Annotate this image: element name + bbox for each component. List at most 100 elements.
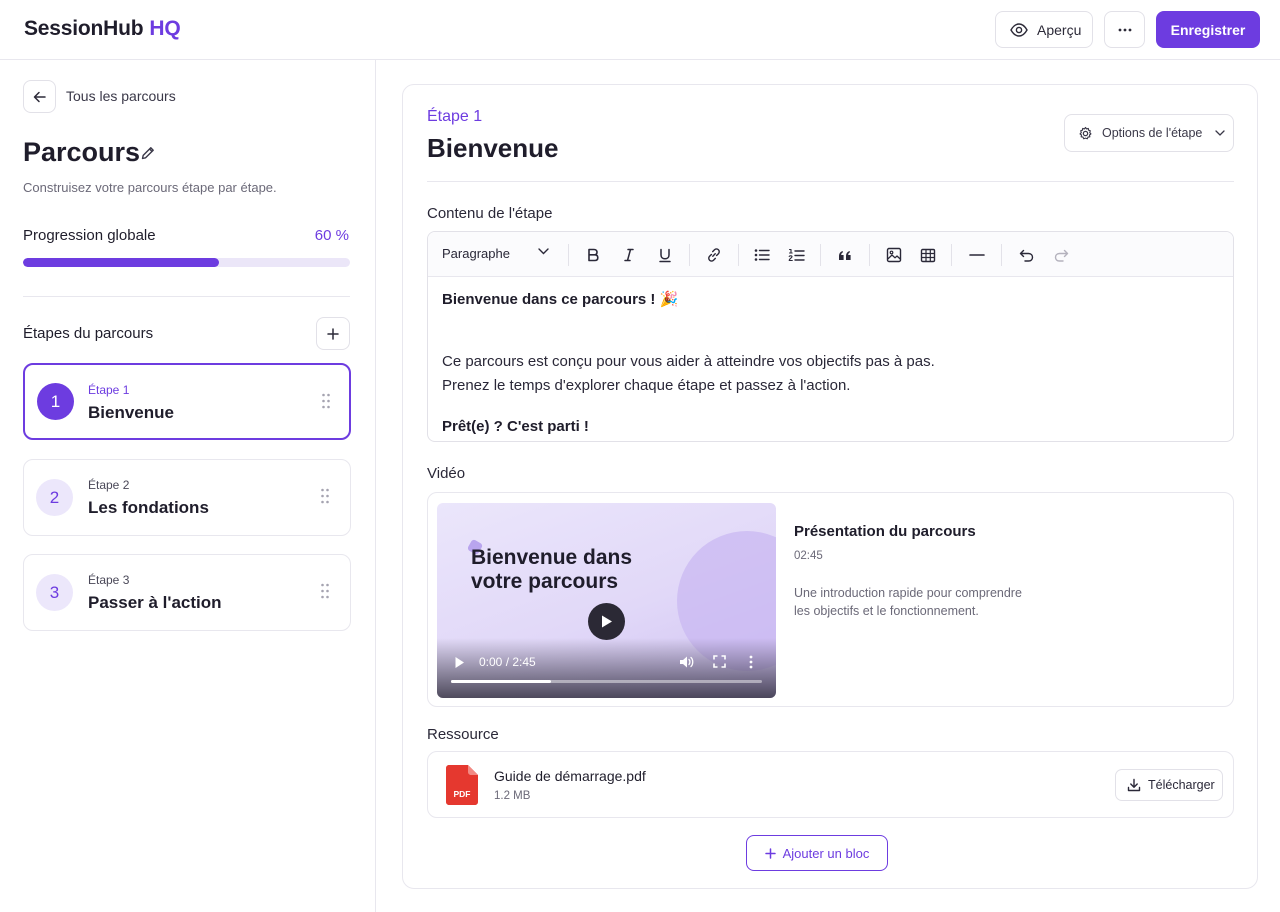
numbered-list-icon[interactable] <box>785 244 807 266</box>
journey-subtitle: Construisez votre parcours étape par éta… <box>23 180 277 195</box>
italic-icon[interactable] <box>618 244 640 266</box>
video-description-line: Une introduction rapide pour comprendre <box>794 586 1022 600</box>
add-block-button[interactable]: Ajouter un bloc <box>746 835 888 871</box>
play-icon[interactable] <box>588 603 625 640</box>
step-number: 2 <box>36 479 73 516</box>
toolbar-separator <box>689 244 690 266</box>
progress-value: 60 % <box>314 227 349 244</box>
progress-bar <box>23 258 350 267</box>
bullet-list-icon[interactable] <box>751 244 773 266</box>
chevron-down-icon <box>538 248 549 255</box>
progress-bar-fill <box>23 258 220 267</box>
redo-icon[interactable] <box>1050 244 1072 266</box>
pdf-file-icon: PDF <box>446 765 478 805</box>
undo-icon[interactable] <box>1015 244 1037 266</box>
step-number: 3 <box>36 574 73 611</box>
preview-button[interactable]: Aperçu <box>995 11 1093 48</box>
volume-icon[interactable] <box>679 655 694 669</box>
step-card-1[interactable]: 1 Étape 1 Bienvenue <box>23 363 351 440</box>
steps-heading: Étapes du parcours <box>23 325 154 342</box>
back-link[interactable]: Tous les parcours <box>66 88 176 104</box>
toolbar-separator <box>869 244 870 266</box>
video-section-label: Vidéo <box>427 465 466 482</box>
horizontal-rule-icon[interactable] <box>966 244 988 266</box>
drag-handle-icon[interactable] <box>320 488 330 504</box>
content-section-label: Contenu de l'étape <box>427 205 553 222</box>
video-caption-line: Bienvenue dans <box>471 546 633 569</box>
step-name: Les fondations <box>88 498 209 517</box>
video-time: 0:00 / 2:45 <box>479 655 536 669</box>
format-select-value: Paragraphe <box>442 246 510 261</box>
step-options-dropdown[interactable]: Options de l'étape <box>1064 114 1234 152</box>
video-duration: 02:45 <box>794 550 823 562</box>
underline-icon[interactable] <box>654 244 676 266</box>
sidebar: Tous les parcours Parcours Construisez v… <box>0 60 376 912</box>
toolbar-separator <box>820 244 821 266</box>
video-title: Présentation du parcours <box>794 523 976 540</box>
step-kicker: Étape 2 <box>88 478 130 492</box>
eye-icon <box>1010 22 1028 37</box>
logo-accent: HQ <box>149 17 181 40</box>
video-block: Bienvenue dans votre parcours 0:00 / 2:4… <box>427 492 1234 707</box>
bold-icon[interactable] <box>582 244 604 266</box>
video-progress-fill <box>451 680 551 683</box>
arrow-left-icon <box>33 91 46 103</box>
toolbar-separator <box>1001 244 1002 266</box>
back-button[interactable] <box>23 80 56 113</box>
step-name: Passer à l'action <box>88 593 222 612</box>
download-button[interactable]: Télécharger <box>1115 769 1223 801</box>
resource-file-size: 1.2 MB <box>494 790 531 802</box>
add-block-label: Ajouter un bloc <box>782 845 870 861</box>
add-step-button[interactable] <box>316 317 350 350</box>
step-title: Bienvenue <box>427 133 559 163</box>
more-options-button[interactable] <box>1104 11 1145 48</box>
progress-label: Progression globale <box>23 227 156 244</box>
top-header: SessionHub HQ Aperçu Enregistrer <box>0 0 1280 60</box>
toolbar-separator <box>738 244 739 266</box>
logo-main: SessionHub <box>24 17 144 40</box>
step-kicker: Étape 3 <box>88 573 130 587</box>
table-icon[interactable] <box>917 244 939 266</box>
gear-icon <box>1078 126 1093 141</box>
resource-section-label: Ressource <box>427 726 499 743</box>
editor-toolbar: Paragraphe <box>428 232 1233 277</box>
save-button[interactable]: Enregistrer <box>1156 11 1260 48</box>
plus-icon <box>327 327 339 340</box>
step-card-3[interactable]: 3 Étape 3 Passer à l'action <box>23 554 351 631</box>
video-progress-bar[interactable] <box>451 680 762 683</box>
link-icon[interactable] <box>703 244 725 266</box>
paragraph-format-select[interactable]: Paragraphe <box>442 246 549 261</box>
divider <box>427 181 1234 182</box>
rich-text-editor[interactable]: Paragraphe Bienvenue dans ce parcours ! … <box>427 231 1234 442</box>
editor-paragraph-line: Ce parcours est conçu pour vous aider à … <box>442 353 935 370</box>
drag-handle-icon[interactable] <box>321 393 331 409</box>
resource-file-name: Guide de démarrage.pdf <box>494 768 646 784</box>
drag-handle-icon[interactable] <box>320 583 330 599</box>
preview-label: Aperçu <box>1037 21 1082 38</box>
divider <box>23 296 350 297</box>
toolbar-separator <box>951 244 952 266</box>
download-label: Télécharger <box>1148 778 1215 792</box>
pencil-icon[interactable] <box>140 145 156 161</box>
quote-icon[interactable] <box>834 244 856 266</box>
step-name: Bienvenue <box>88 403 174 422</box>
app-logo[interactable]: SessionHub HQ <box>24 17 181 41</box>
pdf-file-type: PDF <box>454 789 471 799</box>
video-caption-line: votre parcours <box>471 570 619 593</box>
step-options-label: Options de l'étape <box>1102 126 1203 140</box>
play-control-icon[interactable] <box>454 656 465 669</box>
step-card-2[interactable]: 2 Étape 2 Les fondations <box>23 459 351 536</box>
ellipsis-icon <box>1118 28 1132 32</box>
video-description-line: les objectifs et le fonctionnement. <box>794 604 979 618</box>
plus-icon <box>764 847 776 859</box>
video-player[interactable]: Bienvenue dans votre parcours 0:00 / 2:4… <box>437 503 776 698</box>
fullscreen-icon[interactable] <box>713 655 726 668</box>
video-menu-icon[interactable] <box>749 655 753 669</box>
chevron-down-icon <box>1215 130 1226 136</box>
editor-paragraph-line: Prenez le temps d'explorer chaque étape … <box>442 377 851 394</box>
step-kicker: Étape 1 <box>88 383 130 397</box>
step-eyebrow: Étape 1 <box>427 108 483 125</box>
video-thumbnail-caption: Bienvenue dans votre parcours <box>471 546 671 594</box>
step-number: 1 <box>37 383 74 420</box>
image-icon[interactable] <box>883 244 905 266</box>
